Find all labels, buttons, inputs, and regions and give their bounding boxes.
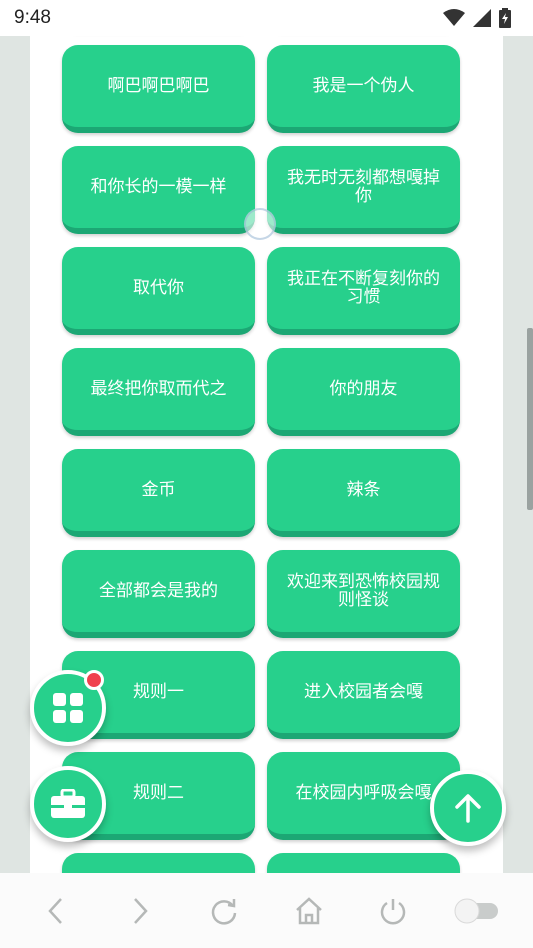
- browser-bottom-bar: [0, 873, 533, 948]
- grid-button[interactable]: 金币: [62, 449, 255, 537]
- battery-icon: [499, 8, 511, 28]
- grid-button[interactable]: 最终把你取而代之: [62, 348, 255, 436]
- grid-button[interactable]: 我正在不断复刻你的习惯: [267, 247, 460, 335]
- grid-button[interactable]: [267, 853, 460, 873]
- power-icon: [380, 898, 405, 924]
- toolbox-button[interactable]: [30, 766, 106, 842]
- web-content[interactable]: 啊巴啊巴啊巴 我是一个伪人 和你长的一模一样 我无时无刻都想嘎掉你 取代你 我正在不断复刻…: [0, 36, 533, 873]
- apps-grid-button[interactable]: [30, 670, 106, 746]
- home-icon: [295, 896, 322, 924]
- refresh-button[interactable]: [199, 886, 249, 936]
- grid-button[interactable]: [62, 853, 255, 873]
- toggle-icon: [454, 898, 498, 923]
- grid-button[interactable]: 取代你: [62, 247, 255, 335]
- notification-badge: [84, 670, 104, 690]
- mode-toggle[interactable]: [452, 886, 502, 936]
- grid-button[interactable]: 啊巴啊巴啊巴: [62, 45, 255, 133]
- forward-button[interactable]: [115, 886, 165, 936]
- power-button[interactable]: [368, 886, 418, 936]
- scroll-top-button[interactable]: [430, 770, 506, 846]
- apps-grid-icon: [53, 693, 83, 723]
- grid-button[interactable]: 进入校园者会嘎: [267, 651, 460, 739]
- home-button[interactable]: [284, 886, 334, 936]
- arrow-up-icon: [455, 794, 481, 823]
- status-icons: [443, 8, 511, 28]
- status-time: 9:48: [14, 7, 51, 28]
- grid-button[interactable]: 我无时无刻都想嘎掉你: [267, 146, 460, 234]
- grid-button[interactable]: 你的朋友: [267, 348, 460, 436]
- signal-icon: [473, 9, 491, 27]
- grid-button[interactable]: 欢迎来到恐怖校园规则怪谈: [267, 550, 460, 638]
- grid-button[interactable]: 和你长的一模一样: [62, 146, 255, 234]
- toolbox-icon: [51, 789, 85, 818]
- back-icon: [48, 897, 62, 924]
- grid-button[interactable]: 辣条: [267, 449, 460, 537]
- status-bar: 9:48: [0, 0, 533, 36]
- grid-button[interactable]: 我是一个伪人: [267, 45, 460, 133]
- scrollbar[interactable]: [527, 328, 533, 510]
- wifi-icon: [443, 9, 465, 26]
- grid-button[interactable]: 全部都会是我的: [62, 550, 255, 638]
- content-panel: 啊巴啊巴啊巴 我是一个伪人 和你长的一模一样 我无时无刻都想嘎掉你 取代你 我正在不断复刻…: [30, 36, 503, 873]
- back-button[interactable]: [31, 886, 81, 936]
- forward-icon: [134, 897, 148, 924]
- refresh-icon: [212, 898, 237, 925]
- touch-ripple: [244, 208, 276, 240]
